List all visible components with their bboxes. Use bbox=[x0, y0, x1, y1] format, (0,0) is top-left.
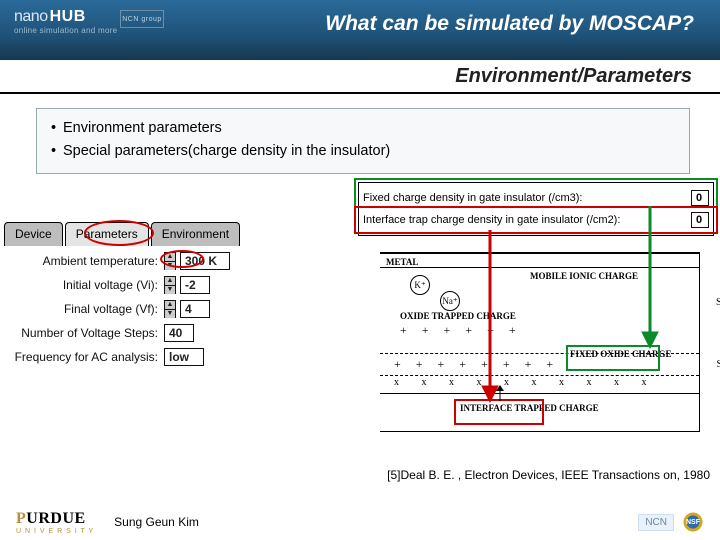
slide-header: nano HUB online simulation and more NCN … bbox=[0, 0, 720, 60]
red-arrow-interface-icon bbox=[460, 230, 520, 415]
nanohub-logo: nano HUB bbox=[14, 8, 88, 26]
ambient-temp-input[interactable]: 300 K bbox=[180, 252, 230, 270]
purdue-logo: PURDUE U N I V E R S I T Y bbox=[16, 510, 94, 535]
slide-footer: PURDUE U N I V E R S I T Y Sung Geun Kim… bbox=[0, 504, 720, 540]
tab-bar: Device Parameters Environment bbox=[4, 222, 349, 246]
ac-frequency-label: Frequency for AC analysis: bbox=[4, 350, 164, 364]
interface-trap-input[interactable]: 0 bbox=[691, 212, 709, 228]
bullet-item: •Special parameters(charge density in th… bbox=[51, 140, 675, 163]
bullet-item: •Environment parameters bbox=[51, 117, 675, 140]
ncn-group-badge: NCN group bbox=[120, 10, 164, 28]
bullet-text: Environment parameters bbox=[63, 117, 222, 140]
citation-text: [5]Deal B. E. , Electron Devices, IEEE T… bbox=[387, 468, 710, 482]
footer-left: PURDUE U N I V E R S I T Y Sung Geun Kim bbox=[16, 510, 199, 535]
content-area: Device Parameters Environment Ambient te… bbox=[0, 182, 720, 482]
subheader-title: Environment/Parameters bbox=[455, 65, 692, 88]
k-ion-icon: K⁺ bbox=[410, 275, 430, 295]
initial-voltage-stepper[interactable]: ▲▼ bbox=[164, 276, 176, 294]
tab-parameters[interactable]: Parameters bbox=[65, 222, 149, 246]
siox-label: SiOₓ bbox=[717, 359, 720, 370]
final-voltage-stepper[interactable]: ▲▼ bbox=[164, 300, 176, 318]
purdue-university-label: U N I V E R S I T Y bbox=[16, 528, 94, 535]
footer-right: NCN NSF bbox=[638, 511, 704, 533]
logo-tagline: online simulation and more bbox=[14, 26, 117, 35]
logo-suffix: HUB bbox=[48, 8, 88, 26]
author-name: Sung Geun Kim bbox=[114, 515, 199, 529]
fixed-charge-input[interactable]: 0 bbox=[691, 190, 709, 206]
diagram-metal-label: METAL bbox=[386, 257, 418, 267]
green-arrow-fixed-icon bbox=[620, 206, 680, 361]
tab-device[interactable]: Device bbox=[4, 222, 63, 246]
ambient-temp-stepper[interactable]: ▲▼ bbox=[164, 252, 176, 270]
purdue-p: P bbox=[16, 510, 26, 527]
bullet-text: Special parameters(charge density in the… bbox=[63, 140, 390, 163]
ncn-footer-badge: NCN bbox=[638, 514, 674, 531]
logo-prefix: nano bbox=[14, 8, 48, 26]
initial-voltage-input[interactable]: -2 bbox=[180, 276, 210, 294]
slide-title: What can be simulated by MOSCAP? bbox=[325, 12, 694, 36]
initial-voltage-label: Initial voltage (Vi): bbox=[4, 278, 164, 292]
ambient-temp-label: Ambient temperature: bbox=[4, 254, 164, 268]
parameter-form: Ambient temperature: ▲▼ 300 K Initial vo… bbox=[4, 252, 349, 366]
tab-environment[interactable]: Environment bbox=[151, 222, 240, 246]
voltage-steps-label: Number of Voltage Steps: bbox=[4, 326, 164, 340]
interface-x-row: x x x x x x x x x x bbox=[394, 377, 657, 388]
purdue-rest: URDUE bbox=[26, 510, 85, 527]
ac-frequency-input[interactable]: low bbox=[164, 348, 204, 366]
sio2-label: SiO₂ bbox=[716, 297, 720, 308]
nsf-logo-icon: NSF bbox=[682, 511, 704, 533]
final-voltage-input[interactable]: 4 bbox=[180, 300, 210, 318]
parameter-panel: Device Parameters Environment Ambient te… bbox=[4, 222, 349, 366]
final-voltage-label: Final voltage (Vf): bbox=[4, 302, 164, 316]
voltage-steps-input[interactable]: 40 bbox=[164, 324, 194, 342]
bullet-panel: •Environment parameters •Special paramet… bbox=[36, 108, 690, 174]
fixed-charge-label: Fixed charge density in gate insulator (… bbox=[363, 192, 687, 204]
slide-subheader: Environment/Parameters bbox=[0, 60, 720, 94]
na-ion-icon: Na⁺ bbox=[440, 291, 460, 311]
